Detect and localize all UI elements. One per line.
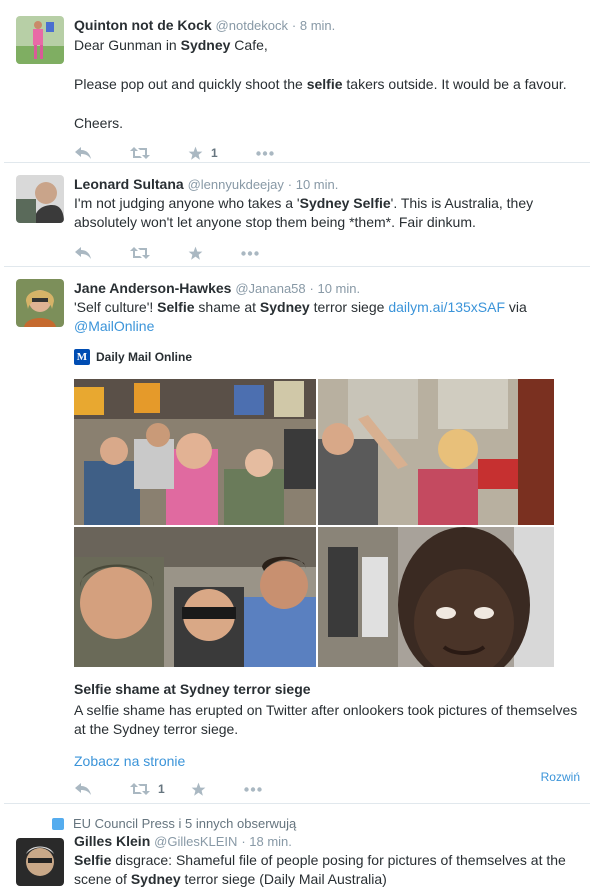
tweet[interactable]: Leonard Sultana @lennyukdeejay · 10 min.… bbox=[4, 163, 590, 267]
username[interactable]: @GillesKLEIN bbox=[154, 834, 237, 849]
tweet-text: Selfie disgrace: Shameful file of people… bbox=[74, 851, 580, 889]
card-source-name: Daily Mail Online bbox=[96, 350, 193, 364]
avatar[interactable] bbox=[16, 175, 64, 223]
favorite-button[interactable]: 1 bbox=[188, 146, 218, 161]
retweet-button[interactable] bbox=[130, 246, 150, 260]
text-highlight: Sydney bbox=[259, 299, 310, 315]
photo-3[interactable] bbox=[74, 527, 316, 667]
more-button[interactable] bbox=[241, 250, 259, 256]
tweet-actions bbox=[74, 241, 580, 265]
text-segment: terror siege bbox=[309, 299, 389, 315]
tweet-header: Quinton not de Kock @notdekock · 8 min. bbox=[74, 16, 580, 35]
retweet-button[interactable] bbox=[130, 146, 150, 160]
text-segment: Cheers. bbox=[74, 115, 124, 131]
text-highlight: Sydney bbox=[180, 37, 231, 53]
daily-mail-logo: M bbox=[74, 349, 90, 365]
username[interactable]: @notdekock bbox=[216, 18, 288, 33]
text-segment: takers outside. It would be a favour. bbox=[342, 76, 567, 92]
tweet[interactable]: Quinton not de Kock @notdekock · 8 min. … bbox=[4, 0, 590, 163]
more-button[interactable] bbox=[243, 786, 262, 792]
timestamp[interactable]: · 10 min. bbox=[288, 177, 339, 192]
reply-button[interactable] bbox=[74, 246, 92, 260]
text-highlight: selfie bbox=[306, 76, 343, 92]
retweet-button[interactable]: 1 bbox=[130, 782, 165, 796]
card-description: A selfie shame has erupted on Twitter af… bbox=[74, 702, 578, 737]
tweet-text: 'Self culture'! Selfie shame at Sydney t… bbox=[74, 298, 580, 336]
text-segment: I'm not judging anyone who takes a ' bbox=[74, 195, 300, 211]
favorite-button[interactable] bbox=[191, 782, 206, 797]
retweet-icon bbox=[130, 783, 150, 795]
text-highlight: Selfie bbox=[74, 852, 112, 868]
fullname[interactable]: Leonard Sultana bbox=[74, 176, 184, 192]
text-segment: scene of bbox=[74, 871, 131, 887]
view-on-site-link[interactable]: Zobacz na stronie bbox=[74, 753, 580, 769]
photo-4[interactable] bbox=[318, 527, 554, 667]
tweet-text: I'm not judging anyone who takes a 'Sydn… bbox=[74, 194, 580, 232]
card-title[interactable]: Selfie shame at Sydney terror siege bbox=[74, 681, 580, 697]
favorite-icon bbox=[188, 146, 203, 160]
timestamp[interactable]: · 8 min. bbox=[292, 18, 335, 33]
tweet-actions: 1 bbox=[74, 141, 580, 165]
follow-context-icon bbox=[52, 817, 64, 830]
tweet-stream: Quinton not de Kock @notdekock · 8 min. … bbox=[4, 0, 590, 887]
mention-link[interactable]: @MailOnline bbox=[74, 318, 154, 334]
more-icon bbox=[243, 786, 262, 792]
more-icon bbox=[241, 250, 259, 256]
photo-1[interactable] bbox=[74, 379, 316, 525]
favorite-icon bbox=[188, 246, 203, 260]
more-icon bbox=[255, 150, 274, 156]
text-segment: 'Self culture'! bbox=[74, 299, 158, 315]
text-segment: via bbox=[505, 299, 527, 315]
reply-icon bbox=[75, 247, 91, 259]
text-segment: disgrace: Shameful file of people posing… bbox=[111, 852, 566, 868]
fullname[interactable]: Jane Anderson-Hawkes bbox=[74, 280, 231, 296]
retweet-count: 1 bbox=[158, 782, 165, 796]
text-segment: shame at bbox=[194, 299, 260, 315]
follow-context[interactable]: EU Council Press i 5 innych obserwują bbox=[52, 816, 580, 831]
avatar[interactable] bbox=[16, 16, 64, 64]
photo-grid[interactable] bbox=[74, 379, 554, 667]
reply-button[interactable] bbox=[74, 782, 92, 796]
text-highlight: Selfie bbox=[157, 299, 195, 315]
text-segment: Cafe, bbox=[230, 37, 268, 53]
avatar[interactable] bbox=[16, 838, 64, 886]
reply-icon bbox=[75, 783, 91, 795]
more-button[interactable] bbox=[255, 150, 274, 156]
text-segment: Dear Gunman in bbox=[74, 37, 181, 53]
text-segment: Please pop out and quickly shoot the bbox=[74, 76, 307, 92]
photo-2[interactable] bbox=[318, 379, 554, 525]
username[interactable]: @Janana58 bbox=[235, 281, 305, 296]
tweet-actions: 1 bbox=[74, 777, 580, 801]
avatar[interactable] bbox=[16, 279, 64, 327]
tweet-link[interactable]: dailym.ai/135xSAF bbox=[388, 299, 505, 315]
tweet[interactable]: Jane Anderson-Hawkes @Janana58 · 10 min.… bbox=[4, 267, 590, 804]
timestamp[interactable]: · 18 min. bbox=[241, 834, 292, 849]
retweet-icon bbox=[130, 147, 150, 159]
favorite-button[interactable] bbox=[188, 246, 203, 261]
favorite-count: 1 bbox=[211, 146, 218, 160]
timestamp[interactable]: · 10 min. bbox=[310, 281, 361, 296]
text-segment: terror siege (Daily Mail Australia) bbox=[180, 871, 387, 887]
tweet-header: Leonard Sultana @lennyukdeejay · 10 min. bbox=[74, 175, 580, 194]
fullname[interactable]: Gilles Klein bbox=[74, 833, 150, 849]
tweet-header: Jane Anderson-Hawkes @Janana58 · 10 min. bbox=[74, 279, 580, 298]
tweet[interactable]: EU Council Press i 5 innych obserwują Gi… bbox=[4, 804, 590, 887]
reply-button[interactable] bbox=[74, 146, 92, 160]
favorite-icon bbox=[191, 782, 206, 796]
tweet-text: Dear Gunman in Sydney Cafe, Please pop o… bbox=[74, 36, 580, 133]
expand-link[interactable]: Rozwiń bbox=[541, 770, 580, 784]
text-highlight: Sydney bbox=[130, 871, 181, 887]
card-source[interactable]: M Daily Mail Online bbox=[74, 349, 580, 365]
fullname[interactable]: Quinton not de Kock bbox=[74, 17, 212, 33]
text-highlight: Sydney Selfie bbox=[299, 195, 391, 211]
follow-context-text: EU Council Press i 5 innych obserwują bbox=[73, 816, 297, 831]
tweet-header: Gilles Klein @GillesKLEIN · 18 min. bbox=[74, 832, 580, 851]
username[interactable]: @lennyukdeejay bbox=[188, 177, 284, 192]
retweet-icon bbox=[130, 247, 150, 259]
reply-icon bbox=[75, 147, 91, 159]
